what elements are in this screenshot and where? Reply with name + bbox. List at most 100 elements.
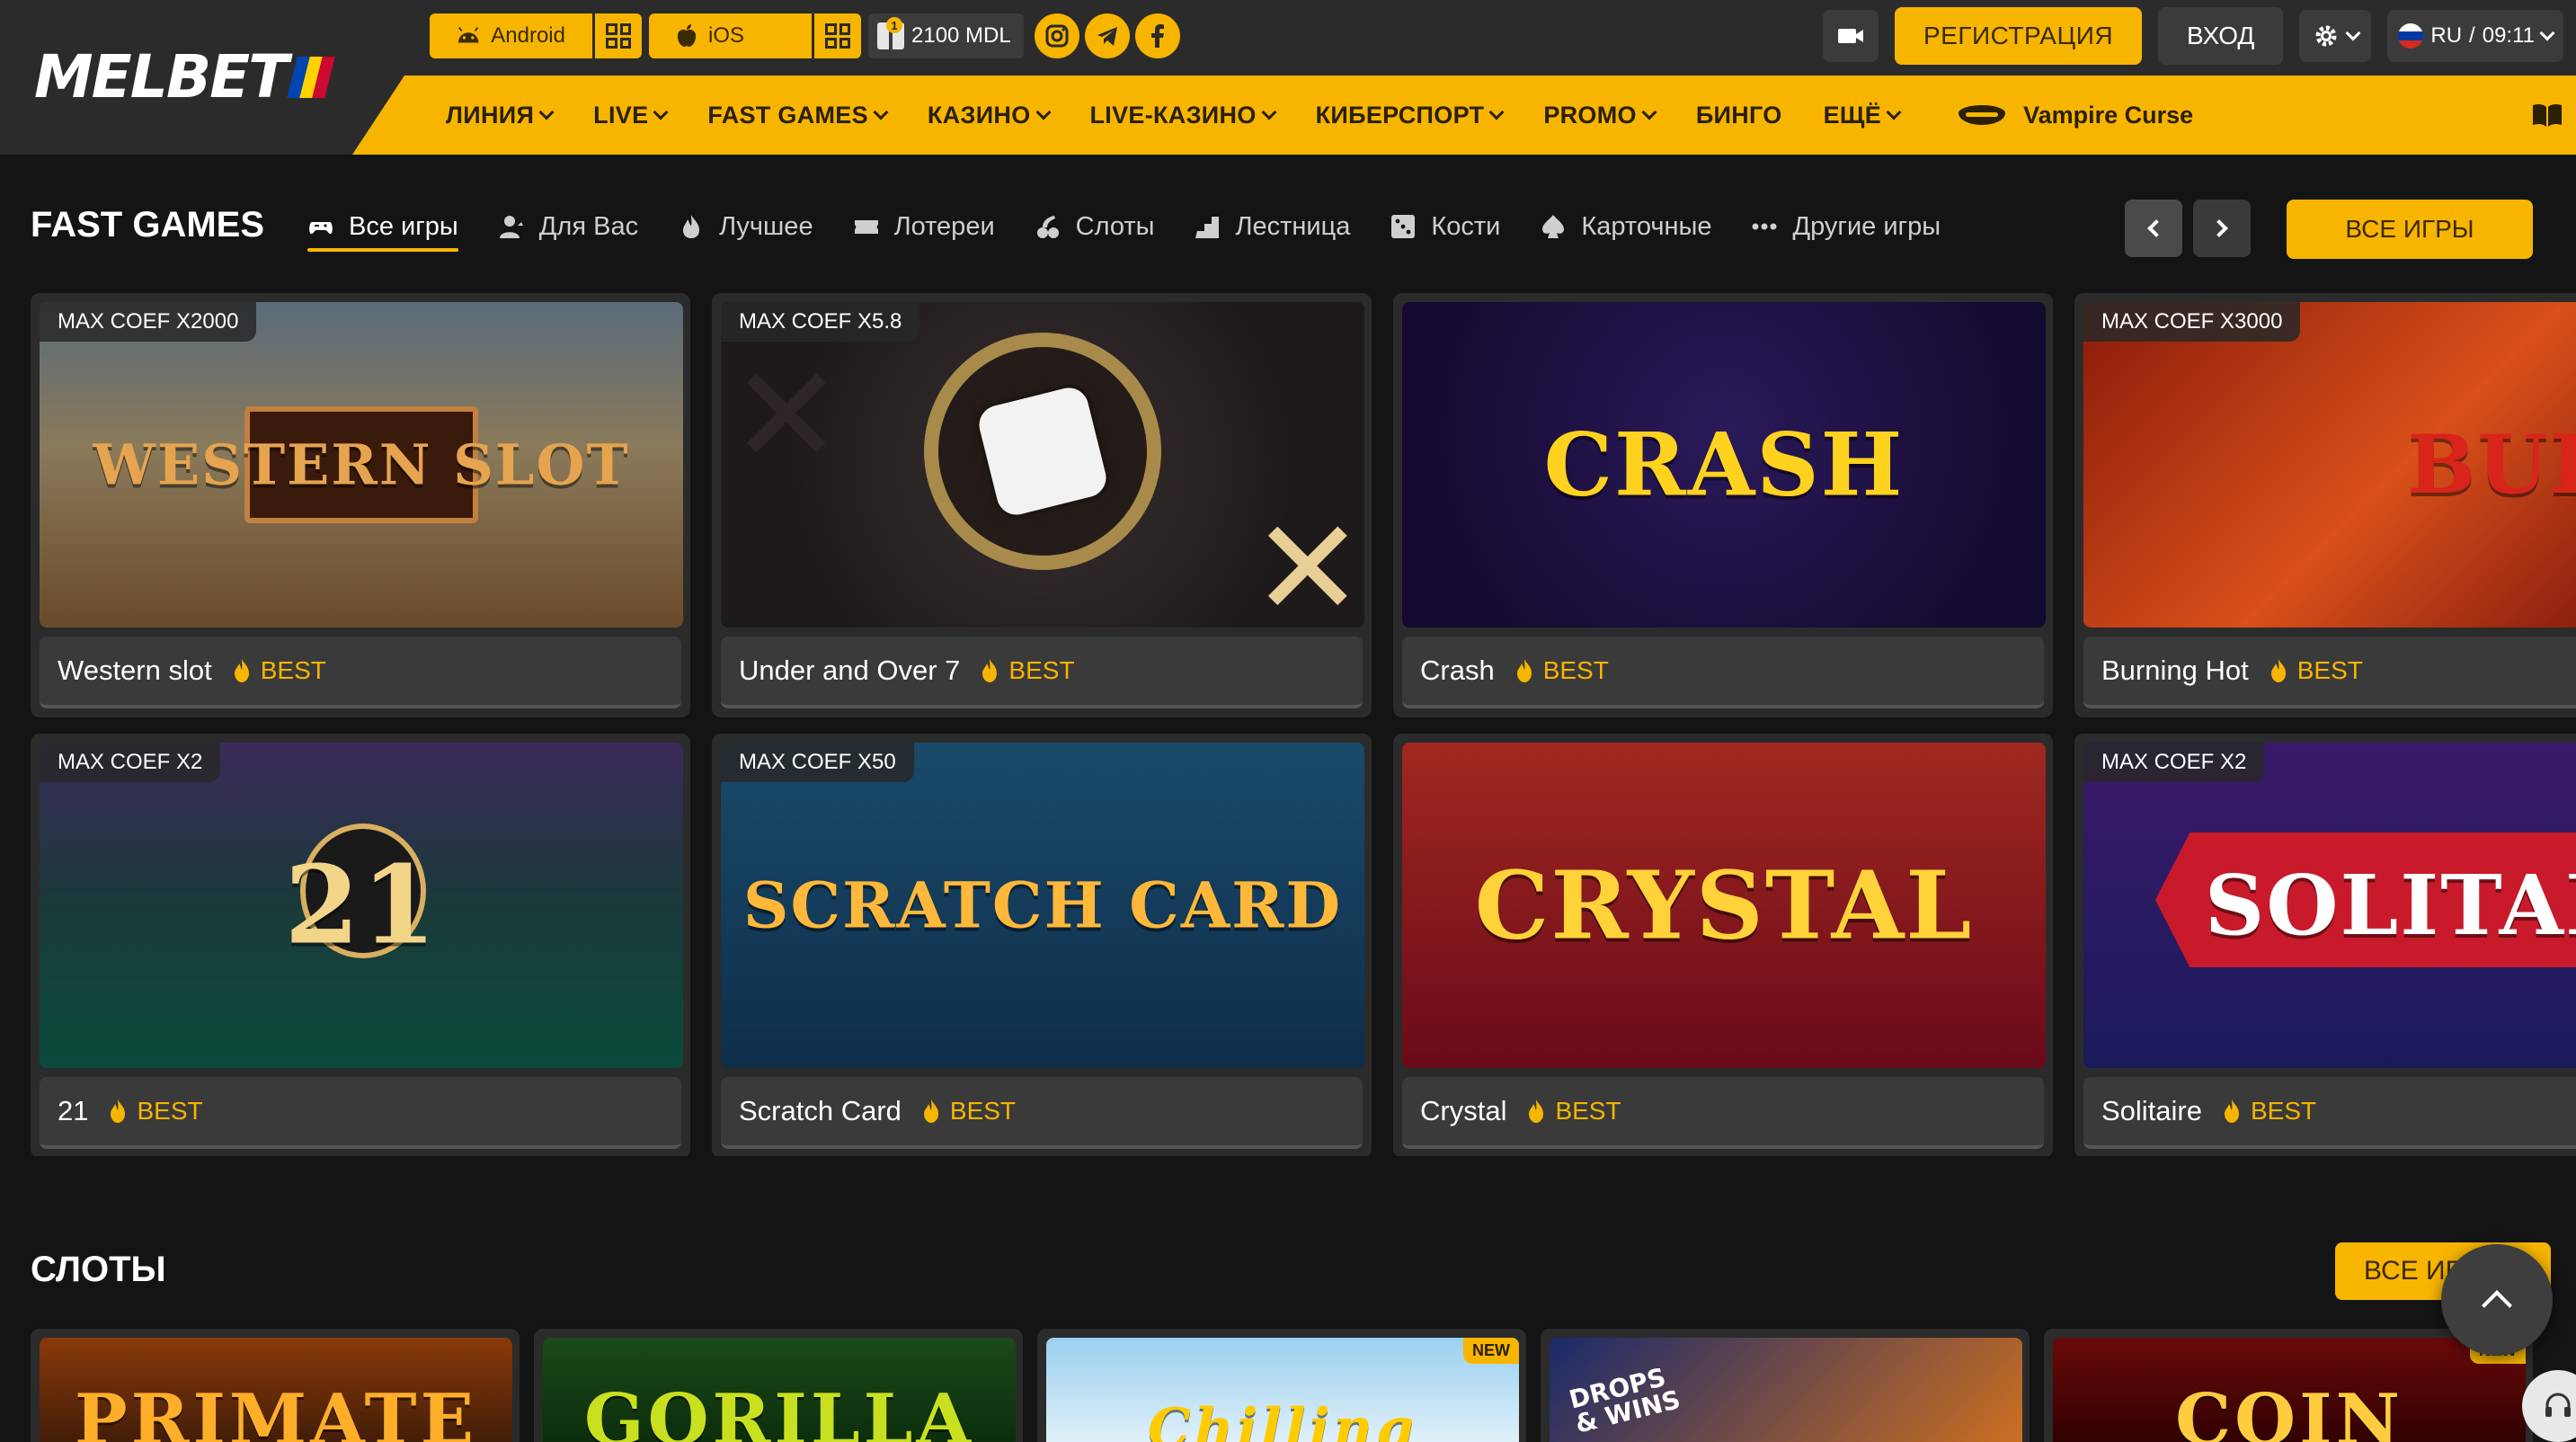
game-card[interactable]: SCRATCH CARD MAX COEF X50 Scratch Card BEST — [712, 734, 1372, 1156]
slot-card[interactable]: Chilling NEW — [1037, 1329, 1526, 1442]
tab-1[interactable]: Для Вас — [498, 201, 638, 252]
game-thumbnail[interactable]: 21 MAX COEF X2 — [40, 743, 683, 1068]
game-card-footer[interactable]: Under and Over 7 BEST — [721, 636, 1363, 708]
language-label: RU — [2430, 23, 2463, 48]
carousel-prev-button[interactable] — [2125, 200, 2182, 257]
game-thumbnail[interactable]: BUR H MAX COEF X3000 — [2083, 302, 2576, 628]
facebook-icon[interactable] — [1134, 13, 1180, 58]
tab-0[interactable]: Все игры — [307, 201, 458, 252]
android-app-button[interactable]: Android — [430, 13, 595, 58]
ios-app-button[interactable]: iOS — [649, 13, 814, 58]
nav-item-3[interactable]: КАЗИНО — [928, 102, 1052, 129]
nav-item-0[interactable]: ЛИНИЯ — [446, 102, 555, 129]
game-card[interactable]: CRYSTAL Crystal BEST — [1393, 734, 2053, 1156]
all-games-button[interactable]: ВСЕ ИГРЫ — [2287, 200, 2533, 259]
ios-label: iOS — [708, 23, 745, 48]
site-header: MELBET Android iOS 1 2100 MDL РЕГИСТРАЦИ… — [0, 0, 2576, 155]
max-coef-badge: MAX COEF X2000 — [40, 302, 257, 342]
nav-item-7[interactable]: БИНГО — [1696, 102, 1782, 129]
video-button[interactable] — [1822, 10, 1879, 62]
game-card-footer[interactable]: Crash BEST — [1402, 636, 2044, 708]
nav-item-8[interactable]: ЕЩЁ — [1824, 102, 1902, 129]
game-card[interactable]: WESTERN SLOT MAX COEF X2000 Western slot BE… — [31, 293, 690, 717]
game-card[interactable]: SOLITAI MAX COEF X2 Solitaire BEST — [2074, 734, 2576, 1156]
game-thumbnail[interactable]: CRYSTAL — [1402, 743, 2046, 1068]
melbet-logo[interactable]: MELBET — [34, 41, 335, 113]
best-label: BEST — [137, 1097, 203, 1125]
game-card-footer[interactable]: 21 BEST — [40, 1077, 681, 1149]
vampire-curse-promo[interactable]: Vampire Curse — [1959, 102, 2193, 129]
game-card[interactable]: CRASH Crash BEST — [1393, 293, 2053, 717]
nav-item-label: PROMO — [1543, 101, 1637, 129]
nav-item-label: БИНГО — [1695, 101, 1782, 129]
game-thumbnail[interactable]: ✕ ✕ MAX COEF X5.8 — [721, 302, 1364, 628]
vampire-lips-icon — [1959, 105, 2006, 125]
bonus-button[interactable]: 1 2100 MDL — [868, 13, 1024, 58]
nav-item-4[interactable]: LIVE-КАЗИНО — [1089, 101, 1277, 129]
slot-thumbnail[interactable]: PRIMATE — [40, 1338, 512, 1442]
game-card-footer[interactable]: Scratch Card BEST — [721, 1077, 1363, 1149]
game-card-footer[interactable]: Burning Hot BEST — [2083, 636, 2576, 708]
game-card[interactable]: ✕ ✕ MAX COEF X5.8 Under and Over 7 BEST — [712, 293, 1372, 717]
slot-thumbnail[interactable]: GORILLA — [543, 1338, 1016, 1442]
game-card-footer[interactable]: Solitaire BEST — [2083, 1077, 2576, 1149]
best-label: BEST — [260, 656, 326, 684]
game-card-footer[interactable]: Western slot BEST — [40, 636, 681, 708]
ios-qr-button[interactable] — [814, 13, 861, 58]
promo-label: Vampire Curse — [2023, 101, 2194, 129]
flame-icon — [982, 659, 998, 682]
tab-8[interactable]: Другие игры — [1751, 201, 1941, 252]
tab-label: Другие игры — [1792, 211, 1941, 241]
tab-3[interactable]: Лотереи — [853, 201, 995, 252]
game-card[interactable]: BUR H MAX COEF X3000 Burning Hot BEST — [2074, 293, 2576, 717]
tab-4[interactable]: Слоты — [1035, 201, 1155, 252]
register-button[interactable]: РЕГИСТРАЦИЯ — [1894, 7, 2143, 65]
slot-card[interactable]: PRIMATE — [31, 1329, 520, 1442]
best-badge: BEST — [2269, 656, 2363, 685]
slot-thumbnail[interactable]: COINNEW — [2053, 1338, 2526, 1442]
game-art-title: 21 — [284, 841, 439, 969]
game-thumbnail[interactable]: WESTERN SLOT MAX COEF X2000 — [40, 302, 683, 628]
game-card-footer[interactable]: Crystal BEST — [1402, 1077, 2044, 1149]
flame-icon — [2225, 1099, 2239, 1123]
tab-label: Карточные — [1581, 211, 1712, 241]
chevron-down-icon — [538, 104, 555, 120]
login-button[interactable]: ВХОД — [2158, 7, 2284, 65]
slot-card[interactable]: GORILLA — [534, 1329, 1023, 1442]
android-qr-button[interactable] — [595, 13, 642, 58]
language-time-button[interactable]: RU / 09:11 — [2387, 10, 2563, 62]
game-thumbnail[interactable]: SCRATCH CARD MAX COEF X50 — [721, 743, 1364, 1068]
nav-item-5[interactable]: КИБЕРСПОРТ — [1316, 102, 1505, 129]
nav-item-label: LIVE-КАЗИНО — [1089, 101, 1257, 129]
android-app-pill: Android — [430, 13, 642, 58]
game-name: Crash — [1420, 654, 1495, 686]
spade-icon — [1540, 213, 1567, 240]
telegram-icon[interactable] — [1084, 13, 1130, 58]
nav-item-2[interactable]: FAST GAMES — [707, 102, 889, 129]
best-badge: BEST — [232, 656, 326, 685]
tab-6[interactable]: Кости — [1390, 201, 1500, 252]
instagram-icon[interactable] — [1034, 13, 1079, 58]
settings-button[interactable] — [2299, 10, 2372, 62]
moldova-flag-icon — [287, 57, 335, 98]
slot-card[interactable]: DROPS & WINS — [1541, 1329, 2030, 1442]
tab-label: Слоты — [1075, 211, 1155, 241]
best-badge: BEST — [921, 1097, 1016, 1126]
qr-code-icon — [825, 23, 850, 49]
game-thumbnail[interactable]: SOLITAI MAX COEF X2 — [2083, 743, 2576, 1068]
book-icon[interactable] — [2531, 102, 2563, 128]
slot-thumbnail[interactable]: Chilling NEW — [1046, 1338, 1519, 1442]
game-card[interactable]: 21 MAX COEF X2 21 BEST — [31, 734, 690, 1156]
carousel-next-button[interactable] — [2193, 200, 2251, 257]
tab-2[interactable]: Лучшее — [678, 201, 813, 252]
tab-7[interactable]: Карточные — [1540, 201, 1711, 252]
nav-item-1[interactable]: LIVE — [593, 102, 669, 129]
nav-item-6[interactable]: PROMO — [1543, 101, 1657, 129]
slot-thumbnail[interactable]: DROPS & WINS — [1550, 1338, 2022, 1442]
scroll-to-top-button[interactable] — [2441, 1244, 2553, 1356]
slots-title: СЛОТЫ — [31, 1250, 166, 1289]
tab-5[interactable]: Лестница — [1194, 201, 1350, 252]
game-art-title: SOLITAI — [2204, 857, 2576, 954]
slot-card[interactable]: COINNEW — [2044, 1329, 2533, 1442]
game-thumbnail[interactable]: CRASH — [1402, 302, 2046, 628]
